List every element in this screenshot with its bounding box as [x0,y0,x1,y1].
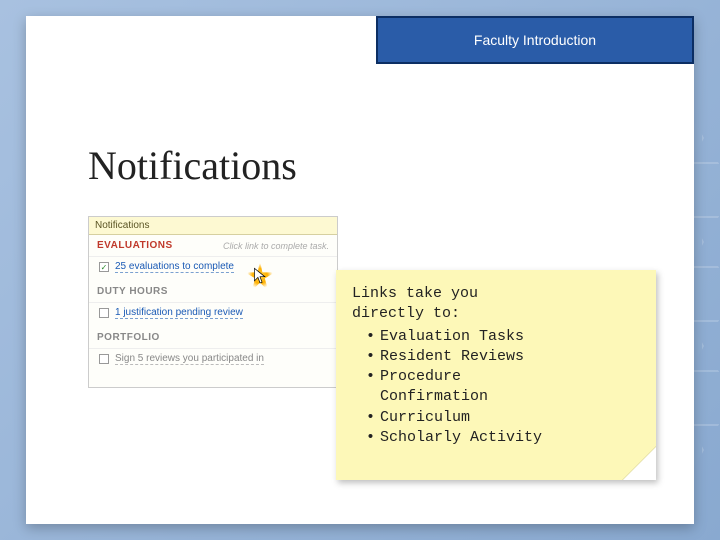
bullet-icon: • [366,327,375,347]
portfolio-link-row: Sign 5 reviews you participated in [89,349,337,373]
section-evaluations-hint: Click link to complete task. [223,241,329,251]
duty-hours-link-row: 1 justification pending review [89,303,337,327]
list-item-label: Curriculum [380,409,470,426]
evaluations-link[interactable]: 25 evaluations to complete [115,261,234,273]
sticky-intro-line2: directly to: [352,304,640,324]
list-item: Confirmation [352,387,640,407]
bullet-icon: • [366,428,375,448]
section-portfolio-label: PORTFOLIO [97,332,160,343]
list-item-label: Scholarly Activity [380,429,542,446]
notifications-panel: Notifications EVALUATIONS Click link to … [88,216,338,388]
sticky-note: Links take you directly to: • Evaluation … [336,270,656,480]
list-item: • Procedure [352,367,640,387]
section-evaluations-label: EVALUATIONS [97,240,173,251]
sticky-bullet-list: • Evaluation Tasks • Resident Reviews • Pro… [352,327,640,449]
section-evaluations: EVALUATIONS Click link to complete task. [89,235,337,257]
bullet-icon: • [366,347,375,367]
checkbox-unchecked-icon[interactable] [99,354,109,364]
sign-reviews-link[interactable]: Sign 5 reviews you participated in [115,353,264,365]
list-item: • Scholarly Activity [352,428,640,448]
list-item: • Curriculum [352,408,640,428]
list-item: • Evaluation Tasks [352,327,640,347]
list-item: • Resident Reviews [352,347,640,367]
notifications-panel-header: Notifications [89,217,337,235]
list-item-label: Resident Reviews [380,348,524,365]
list-item-label: Procedure [380,368,461,385]
page-fold-icon [622,446,656,480]
sticky-intro-line1: Links take you [352,284,640,304]
title-bar-text: Faculty Introduction [474,32,596,48]
slide-background: Faculty Introduction Notifications Notif… [0,0,720,540]
section-duty-hours-label: DUTY HOURS [97,286,168,297]
page-title: Notifications [88,142,297,189]
checkbox-checked-icon[interactable]: ✓ [99,262,109,272]
evaluations-link-row: ✓ 25 evaluations to complete [89,257,337,281]
list-item-label: Evaluation Tasks [380,328,524,345]
title-bar: Faculty Introduction [376,16,694,64]
slide-card: Faculty Introduction Notifications Notif… [26,16,694,524]
checkbox-unchecked-icon[interactable] [99,308,109,318]
justification-link[interactable]: 1 justification pending review [115,307,243,319]
section-duty-hours: DUTY HOURS [89,281,337,303]
list-item-label: Confirmation [380,388,488,405]
section-portfolio: PORTFOLIO [89,327,337,349]
bullet-icon: • [366,408,375,428]
bullet-icon: • [366,367,375,387]
